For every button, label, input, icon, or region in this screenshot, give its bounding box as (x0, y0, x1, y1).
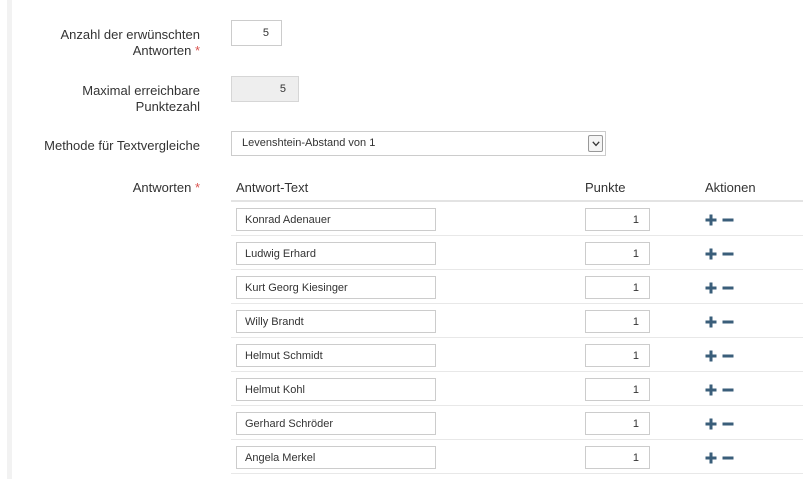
column-header-actions: Aktionen (705, 180, 756, 195)
answer-text-input[interactable] (236, 276, 436, 299)
table-row (231, 440, 803, 474)
answer-text-input[interactable] (236, 378, 436, 401)
answer-text-input[interactable] (236, 208, 436, 231)
minus-icon[interactable] (722, 417, 734, 429)
plus-icon[interactable] (705, 247, 717, 260)
column-header-points: Punkte (585, 180, 626, 195)
left-border (7, 0, 12, 479)
minus-icon[interactable] (722, 213, 734, 225)
plus-icon[interactable] (705, 417, 717, 430)
answer-text-input[interactable] (236, 412, 436, 435)
minus-icon[interactable] (722, 451, 734, 463)
plus-icon[interactable] (705, 213, 717, 226)
plus-icon[interactable] (705, 315, 717, 328)
answer-config-form: Anzahl der erwünschten Antworten * Maxim… (0, 0, 803, 479)
answer-points-input[interactable] (585, 446, 650, 469)
minus-icon[interactable] (722, 247, 734, 259)
answer-points-input[interactable] (585, 276, 650, 299)
answer-points-input[interactable] (585, 344, 650, 367)
max-points-label: Maximal erreichbare Punktezahl (0, 83, 200, 115)
table-row (231, 372, 803, 406)
minus-icon[interactable] (722, 383, 734, 395)
table-row (231, 406, 803, 440)
answer-points-input[interactable] (585, 208, 650, 231)
column-header-answer-text: Antwort-Text (236, 180, 309, 195)
answers-label-text: Antworten (132, 180, 192, 195)
answer-text-input[interactable] (236, 446, 436, 469)
table-row (231, 202, 803, 236)
table-row (231, 338, 803, 372)
max-points-field (231, 76, 299, 102)
desired-answers-input[interactable] (231, 20, 282, 46)
text-compare-selected-value: Levenshtein-Abstand von 1 (242, 137, 376, 149)
plus-icon[interactable] (705, 349, 717, 362)
minus-icon[interactable] (722, 349, 734, 361)
desired-answers-label-line2: Antworten (132, 43, 192, 58)
table-row (231, 304, 803, 338)
text-compare-label: Methode für Textvergleiche (0, 138, 200, 154)
plus-icon[interactable] (705, 281, 717, 294)
text-compare-select[interactable]: Levenshtein-Abstand von 1 (231, 131, 606, 156)
answers-label: Antworten * (0, 180, 200, 196)
chevron-down-icon[interactable] (588, 135, 603, 152)
answer-text-input[interactable] (236, 242, 436, 265)
desired-answers-label: Anzahl der erwünschten Antworten * (0, 27, 200, 59)
answer-points-input[interactable] (585, 310, 650, 333)
table-row (231, 270, 803, 304)
max-points-label-line1: Maximal erreichbare (82, 83, 200, 98)
max-points-label-line2: Punktezahl (135, 99, 200, 114)
answer-points-input[interactable] (585, 242, 650, 265)
minus-icon[interactable] (722, 281, 734, 293)
answer-points-input[interactable] (585, 412, 650, 435)
text-compare-label-text: Methode für Textvergleiche (44, 138, 200, 153)
minus-icon[interactable] (722, 315, 734, 327)
answer-points-input[interactable] (585, 378, 650, 401)
row-divider (231, 473, 803, 474)
plus-icon[interactable] (705, 383, 717, 396)
desired-answers-label-line1: Anzahl der erwünschten (60, 27, 200, 42)
plus-icon[interactable] (705, 451, 717, 464)
table-row (231, 236, 803, 270)
answer-text-input[interactable] (236, 344, 436, 367)
required-mark: * (194, 43, 200, 58)
answer-text-input[interactable] (236, 310, 436, 333)
required-mark: * (194, 180, 200, 195)
